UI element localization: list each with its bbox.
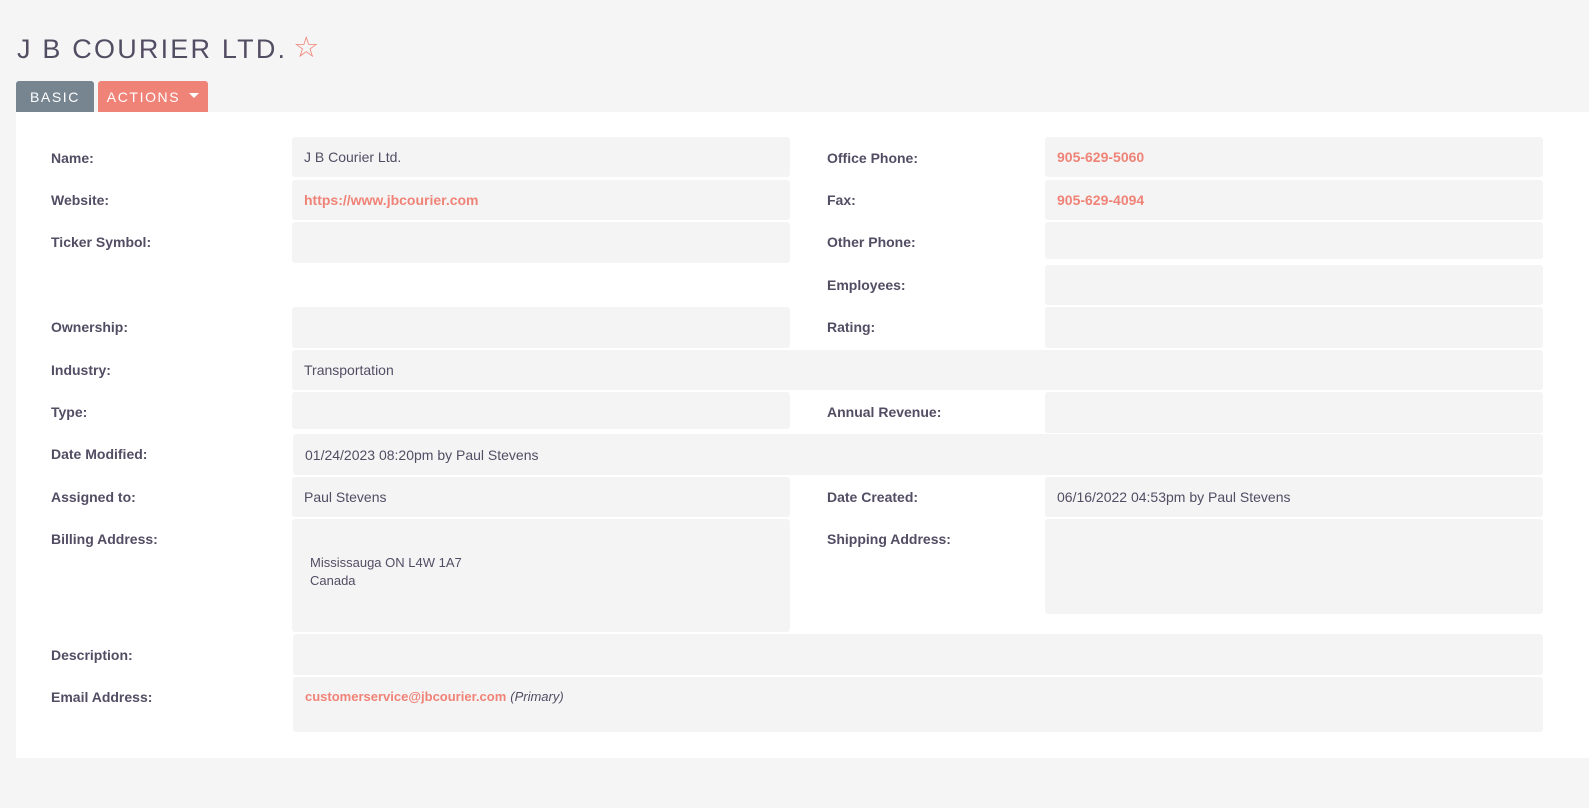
caret-down-icon — [189, 93, 200, 98]
email-link[interactable]: customerservice@jbcourier.com — [305, 689, 506, 704]
field-office-phone: 905-629-5060 — [1045, 137, 1543, 177]
field-name[interactable]: J B Courier Ltd. — [292, 137, 790, 177]
label-industry: Industry: — [51, 362, 111, 378]
field-date-created: 06/16/2022 04:53pm by Paul Stevens — [1045, 477, 1543, 517]
label-other-phone: Other Phone: — [827, 234, 916, 250]
label-fax: Fax: — [827, 192, 856, 208]
field-employees[interactable] — [1045, 265, 1543, 305]
label-website: Website: — [51, 192, 110, 208]
field-type[interactable] — [292, 392, 790, 429]
field-website: https://www.jbcourier.com — [292, 180, 790, 220]
website-link[interactable]: https://www.jbcourier.com — [304, 192, 479, 208]
label-type: Type: — [51, 404, 88, 420]
label-ticker-symbol: Ticker Symbol: — [51, 234, 152, 250]
label-employees: Employees: — [827, 277, 906, 293]
field-ownership[interactable] — [292, 307, 790, 348]
tab-basic[interactable]: BASIC — [16, 81, 94, 112]
label-office-phone: Office Phone: — [827, 150, 919, 166]
label-ownership: Ownership: — [51, 319, 129, 335]
name-value: J B Courier Ltd. — [304, 149, 402, 165]
tab-bar: BASIC ACTIONS — [16, 81, 208, 112]
label-name: Name: — [51, 150, 94, 166]
actions-dropdown-button[interactable]: ACTIONS — [98, 81, 208, 112]
field-email-address: customerservice@jbcourier.com (Primary) — [293, 677, 1543, 732]
date-created-value: 06/16/2022 04:53pm by Paul Stevens — [1057, 489, 1291, 505]
actions-label: ACTIONS — [106, 88, 181, 105]
field-description[interactable] — [293, 634, 1543, 675]
page-header: J B COURIER LTD. ☆ — [17, 34, 319, 65]
email-primary-tag: (Primary) — [510, 689, 564, 704]
field-rating[interactable] — [1045, 307, 1543, 348]
field-other-phone[interactable] — [1045, 222, 1543, 259]
date-modified-value: 01/24/2023 08:20pm by Paul Stevens — [305, 446, 539, 463]
field-billing-address[interactable]: Mississauga ON L4W 1A7 Canada — [292, 519, 790, 632]
detail-panel: Name: Website: Ticker Symbol: Ownership:… — [16, 112, 1589, 758]
label-rating: Rating: — [827, 319, 876, 335]
fax-link[interactable]: 905-629-4094 — [1057, 192, 1144, 208]
billing-address-line1: Mississauga ON L4W 1A7 — [310, 555, 462, 570]
label-description: Description: — [51, 647, 133, 663]
field-ticker-symbol[interactable] — [292, 222, 790, 263]
field-shipping-address[interactable] — [1045, 519, 1543, 614]
field-fax: 905-629-4094 — [1045, 180, 1543, 220]
favorite-star-icon[interactable]: ☆ — [293, 34, 319, 63]
label-date-created: Date Created: — [827, 489, 919, 505]
field-date-modified: 01/24/2023 08:20pm by Paul Stevens — [293, 434, 1543, 475]
label-shipping-address: Shipping Address: — [827, 531, 951, 547]
label-assigned-to: Assigned to: — [51, 489, 136, 505]
office-phone-link[interactable]: 905-629-5060 — [1057, 149, 1144, 165]
label-date-modified: Date Modified: — [51, 446, 148, 462]
tab-basic-label: BASIC — [29, 88, 80, 105]
page-title: J B COURIER LTD. — [17, 34, 288, 64]
label-email-address: Email Address: — [51, 689, 153, 705]
label-annual-revenue: Annual Revenue: — [827, 404, 942, 420]
field-annual-revenue[interactable] — [1045, 392, 1543, 433]
industry-value: Transportation — [304, 362, 394, 378]
label-billing-address: Billing Address: — [51, 531, 158, 547]
assigned-to-value: Paul Stevens — [304, 489, 387, 505]
billing-address-line2: Canada — [310, 573, 356, 588]
field-industry[interactable]: Transportation — [292, 350, 1543, 390]
field-assigned-to[interactable]: Paul Stevens — [292, 477, 790, 517]
